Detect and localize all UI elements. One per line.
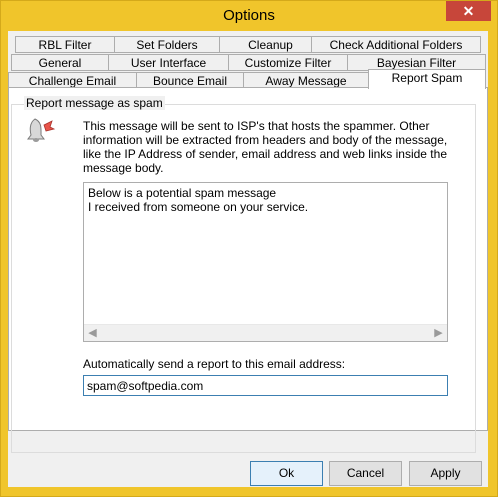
tab-set-folders[interactable]: Set Folders — [114, 36, 220, 53]
scroll-right-icon[interactable]: ▶ — [430, 326, 447, 341]
bell-icon — [25, 115, 57, 147]
scroll-left-icon[interactable]: ◀ — [84, 326, 101, 341]
cancel-button[interactable]: Cancel — [329, 461, 402, 486]
message-line-1: Below is a potential spam message — [88, 186, 277, 200]
tab-user-interface[interactable]: User Interface — [108, 54, 229, 71]
tab-cleanup[interactable]: Cleanup — [219, 36, 322, 53]
tab-rbl-filter[interactable]: RBL Filter — [15, 36, 115, 53]
close-button[interactable]: ✕ — [446, 1, 491, 21]
ok-button[interactable]: Ok — [250, 461, 323, 486]
tab-check-additional-folders[interactable]: Check Additional Folders — [311, 36, 481, 53]
horizontal-scrollbar[interactable]: ◀ ▶ — [84, 324, 447, 341]
tab-general[interactable]: General — [11, 54, 109, 71]
apply-button[interactable]: Apply — [409, 461, 482, 486]
email-label: Automatically send a report to this emai… — [83, 357, 346, 371]
title-bar[interactable]: Options ✕ — [1, 1, 497, 31]
info-text: This message will be sent to ISP's that … — [83, 119, 448, 175]
message-textarea[interactable]: Below is a potential spam message I rece… — [83, 182, 448, 342]
message-line-2: I received from someone on your service. — [88, 200, 309, 214]
window-title: Options — [223, 7, 275, 24]
group-label: Report message as spam — [24, 96, 165, 110]
tab-customize-filter[interactable]: Customize Filter — [228, 54, 348, 71]
email-input[interactable] — [83, 375, 448, 396]
tab-report-spam[interactable]: Report Spam — [368, 69, 486, 89]
